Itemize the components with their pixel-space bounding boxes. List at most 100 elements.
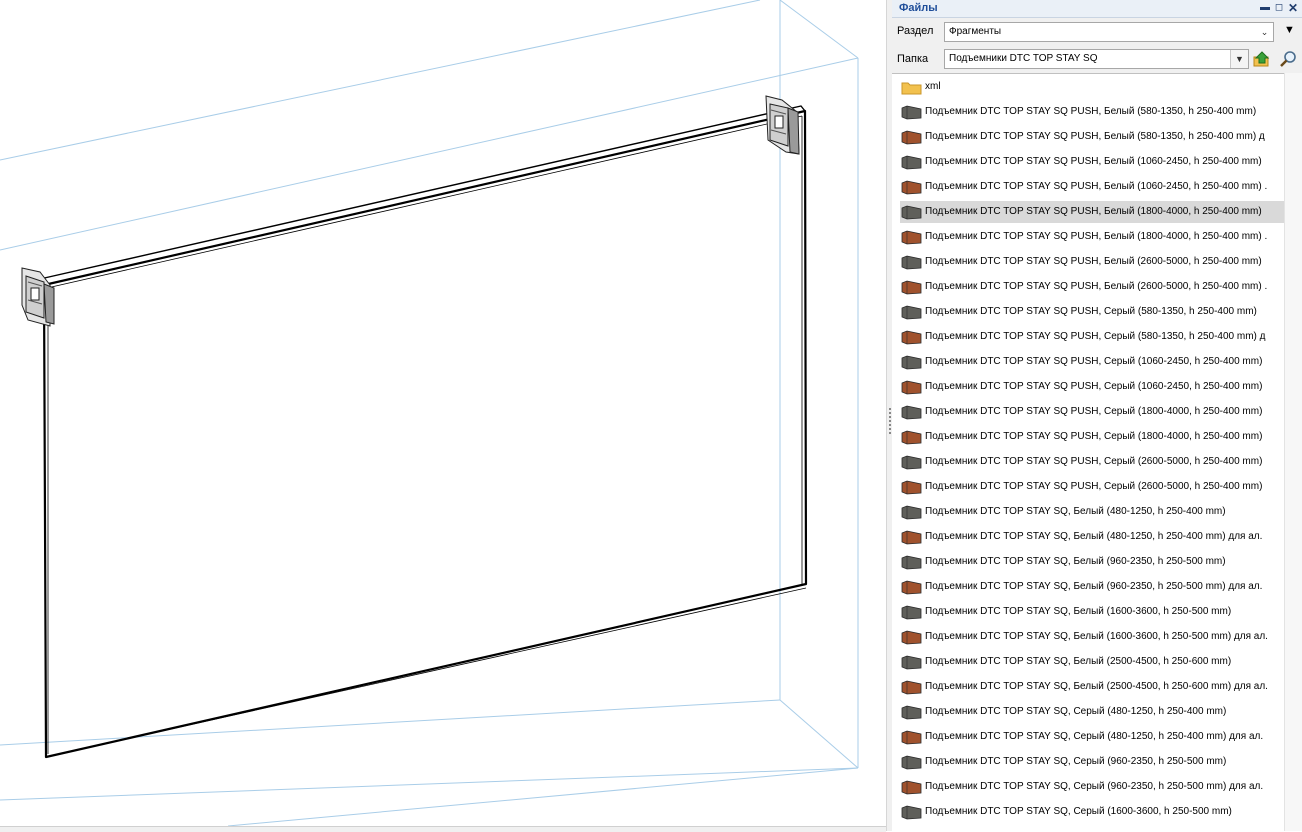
list-item[interactable]: Подъемник DTC TOP STAY SQ, Белый (960-23… [900, 576, 1285, 598]
list-item[interactable]: Подъемник DTC TOP STAY SQ PUSH, Белый (1… [900, 151, 1285, 173]
list-item[interactable]: Подъемник DTC TOP STAY SQ, Серый (960-23… [900, 751, 1285, 773]
list-item[interactable]: Подъемник DTC TOP STAY SQ PUSH, Белый (5… [900, 101, 1285, 123]
search-button[interactable] [1278, 49, 1298, 69]
list-item-label: Подъемник DTC TOP STAY SQ, Серый (960-23… [925, 756, 1227, 767]
fragment-gray-icon [901, 605, 922, 620]
fragment-gray-icon [901, 205, 922, 220]
folder-icon [901, 82, 922, 95]
list-item[interactable]: Подъемник DTC TOP STAY SQ, Белый (1600-3… [900, 601, 1285, 623]
list-item-label: Подъемник DTC TOP STAY SQ, Белый (480-12… [925, 531, 1263, 542]
list-item-label: Подъемник DTC TOP STAY SQ PUSH, Серый (2… [925, 481, 1263, 492]
fragment-brown-icon [901, 430, 922, 445]
lift-mechanism-right [765, 95, 800, 155]
fragment-gray-icon [901, 355, 922, 370]
section-value: Фрагменты [949, 26, 1002, 37]
list-item[interactable]: Подъемник DTC TOP STAY SQ, Белый (960-23… [900, 551, 1285, 573]
splitter-grip-icon [889, 408, 891, 436]
list-item-label: Подъемник DTC TOP STAY SQ, Серый (480-12… [925, 731, 1264, 742]
bounding-box-guides [0, 0, 859, 827]
fragment-brown-icon [901, 330, 922, 345]
list-item-label: Подъемник DTC TOP STAY SQ PUSH, Белый (1… [925, 231, 1268, 242]
minimize-icon[interactable]: ▬ [1258, 0, 1272, 16]
list-item[interactable]: Подъемник DTC TOP STAY SQ, Серый (480-12… [900, 726, 1285, 748]
list-item[interactable]: Подъемник DTC TOP STAY SQ PUSH, Серый (1… [900, 426, 1285, 448]
list-item[interactable]: Подъемник DTC TOP STAY SQ PUSH, Серый (1… [900, 351, 1285, 373]
list-item[interactable]: Подъемник DTC TOP STAY SQ PUSH, Серый (5… [900, 326, 1285, 348]
list-item[interactable]: Подъемник DTC TOP STAY SQ, Белый (480-12… [900, 526, 1285, 548]
fragment-brown-icon [901, 530, 922, 545]
guide-line [0, 699, 781, 746]
list-item[interactable]: Подъемник DTC TOP STAY SQ, Серый (1600-3… [900, 801, 1285, 823]
folder-up-icon [1253, 51, 1270, 67]
panel-title: Файлы [899, 2, 938, 14]
list-item[interactable]: Подъемник DTC TOP STAY SQ, Белый (1600-3… [900, 626, 1285, 648]
3d-viewport[interactable] [0, 0, 886, 831]
list-item-label: Подъемник DTC TOP STAY SQ, Серый (960-23… [925, 781, 1264, 792]
folder-value: Подъемники DTC TOP STAY SQ [949, 53, 1098, 64]
list-item[interactable]: Подъемник DTC TOP STAY SQ, Белый (2500-4… [900, 651, 1285, 673]
list-item-label: xml [925, 81, 941, 92]
list-item-label: Подъемник DTC TOP STAY SQ, Серый (480-12… [925, 706, 1227, 717]
list-item[interactable]: Подъемник DTC TOP STAY SQ, Серый (480-12… [900, 701, 1285, 723]
fragment-gray-icon [901, 755, 922, 770]
list-item-label: Подъемник DTC TOP STAY SQ PUSH, Белый (5… [925, 131, 1265, 142]
folder-dropdown[interactable]: Подъемники DTC TOP STAY SQ ▼ [944, 49, 1249, 69]
fragment-gray-icon [901, 155, 922, 170]
guide-line [779, 699, 859, 769]
list-item-label: Подъемник DTC TOP STAY SQ, Белый (2500-4… [925, 656, 1232, 667]
fragment-gray-icon [901, 655, 922, 670]
fragment-gray-icon [901, 555, 922, 570]
guide-line [0, 57, 859, 251]
list-item-label: Подъемник DTC TOP STAY SQ PUSH, Белый (2… [925, 281, 1268, 292]
close-icon[interactable]: ✕ [1286, 0, 1300, 16]
list-item[interactable]: Подъемник DTC TOP STAY SQ PUSH, Серый (2… [900, 476, 1285, 498]
list-item[interactable]: Подъемник DTC TOP STAY SQ PUSH, Белый (5… [900, 126, 1285, 148]
guide-line [227, 767, 859, 827]
fragment-brown-icon [901, 180, 922, 195]
list-item[interactable]: Подъемник DTC TOP STAY SQ, Белый (2500-4… [900, 676, 1285, 698]
list-item[interactable]: Подъемник DTC TOP STAY SQ PUSH, Белый (2… [900, 251, 1285, 273]
list-item-label: Подъемник DTC TOP STAY SQ, Серый (1600-3… [925, 806, 1232, 817]
file-list-scrollbar[interactable] [1284, 73, 1302, 831]
list-item[interactable]: Подъемник DTC TOP STAY SQ PUSH, Белый (2… [900, 276, 1285, 298]
fragment-gray-icon [901, 705, 922, 720]
list-item-label: Подъемник DTC TOP STAY SQ PUSH, Белый (1… [925, 206, 1262, 217]
list-item-label: Подъемник DTC TOP STAY SQ PUSH, Серый (1… [925, 381, 1263, 392]
list-item[interactable]: Подъемник DTC TOP STAY SQ, Серый (960-23… [900, 776, 1285, 798]
chevron-down-icon: ⌄ [1260, 27, 1269, 37]
guide-line [0, 767, 859, 801]
list-item[interactable]: Подъемник DTC TOP STAY SQ PUSH, Белый (1… [900, 201, 1285, 223]
list-item[interactable]: Подъемник DTC TOP STAY SQ, Белый (480-12… [900, 501, 1285, 523]
list-item[interactable]: Подъемник DTC TOP STAY SQ PUSH, Белый (1… [900, 226, 1285, 248]
fragment-brown-icon [901, 380, 922, 395]
fragment-brown-icon [901, 130, 922, 145]
fragment-brown-icon [901, 580, 922, 595]
list-item-label: Подъемник DTC TOP STAY SQ PUSH, Белый (2… [925, 256, 1262, 267]
fragment-gray-icon [901, 255, 922, 270]
viewport-canvas[interactable] [0, 0, 886, 831]
panel-menu-icon[interactable]: ▼ [1284, 24, 1295, 36]
list-item[interactable]: Подъемник DTC TOP STAY SQ PUSH, Белый (1… [900, 176, 1285, 198]
list-item[interactable]: Подъемник DTC TOP STAY SQ PUSH, Серый (2… [900, 451, 1285, 473]
list-item[interactable]: Подъемник DTC TOP STAY SQ PUSH, Серый (1… [900, 401, 1285, 423]
list-item-label: Подъемник DTC TOP STAY SQ, Белый (960-23… [925, 581, 1263, 592]
list-item-label: Подъемник DTC TOP STAY SQ, Белый (960-23… [925, 556, 1226, 567]
list-item[interactable]: Подъемник DTC TOP STAY SQ PUSH, Серый (5… [900, 301, 1285, 323]
fragment-brown-icon [901, 230, 922, 245]
files-panel: Файлы ▬ ◻ ✕ Раздел Фрагменты ⌄ ▼ Папка П… [892, 0, 1302, 832]
folder-item[interactable]: xml [900, 76, 1285, 98]
fragment-brown-icon [901, 280, 922, 295]
file-list[interactable]: xml Подъемник DTC TOP STAY SQ PUSH, Белый… [892, 73, 1302, 832]
list-item[interactable]: Подъемник DTC TOP STAY SQ PUSH, Серый (1… [900, 376, 1285, 398]
guide-line [0, 0, 761, 161]
list-item-label: Подъемник DTC TOP STAY SQ, Белый (2500-4… [925, 681, 1268, 692]
section-label: Раздел [897, 25, 934, 37]
section-dropdown[interactable]: Фрагменты ⌄ [944, 22, 1274, 42]
restore-icon[interactable]: ◻ [1272, 0, 1286, 16]
folder-up-button[interactable] [1252, 49, 1272, 69]
list-item-label: Подъемник DTC TOP STAY SQ PUSH, Серый (1… [925, 356, 1263, 367]
fragment-brown-icon [901, 680, 922, 695]
search-icon [1280, 51, 1296, 67]
list-item-label: Подъемник DTC TOP STAY SQ PUSH, Белый (1… [925, 156, 1262, 167]
fragment-gray-icon [901, 805, 922, 820]
